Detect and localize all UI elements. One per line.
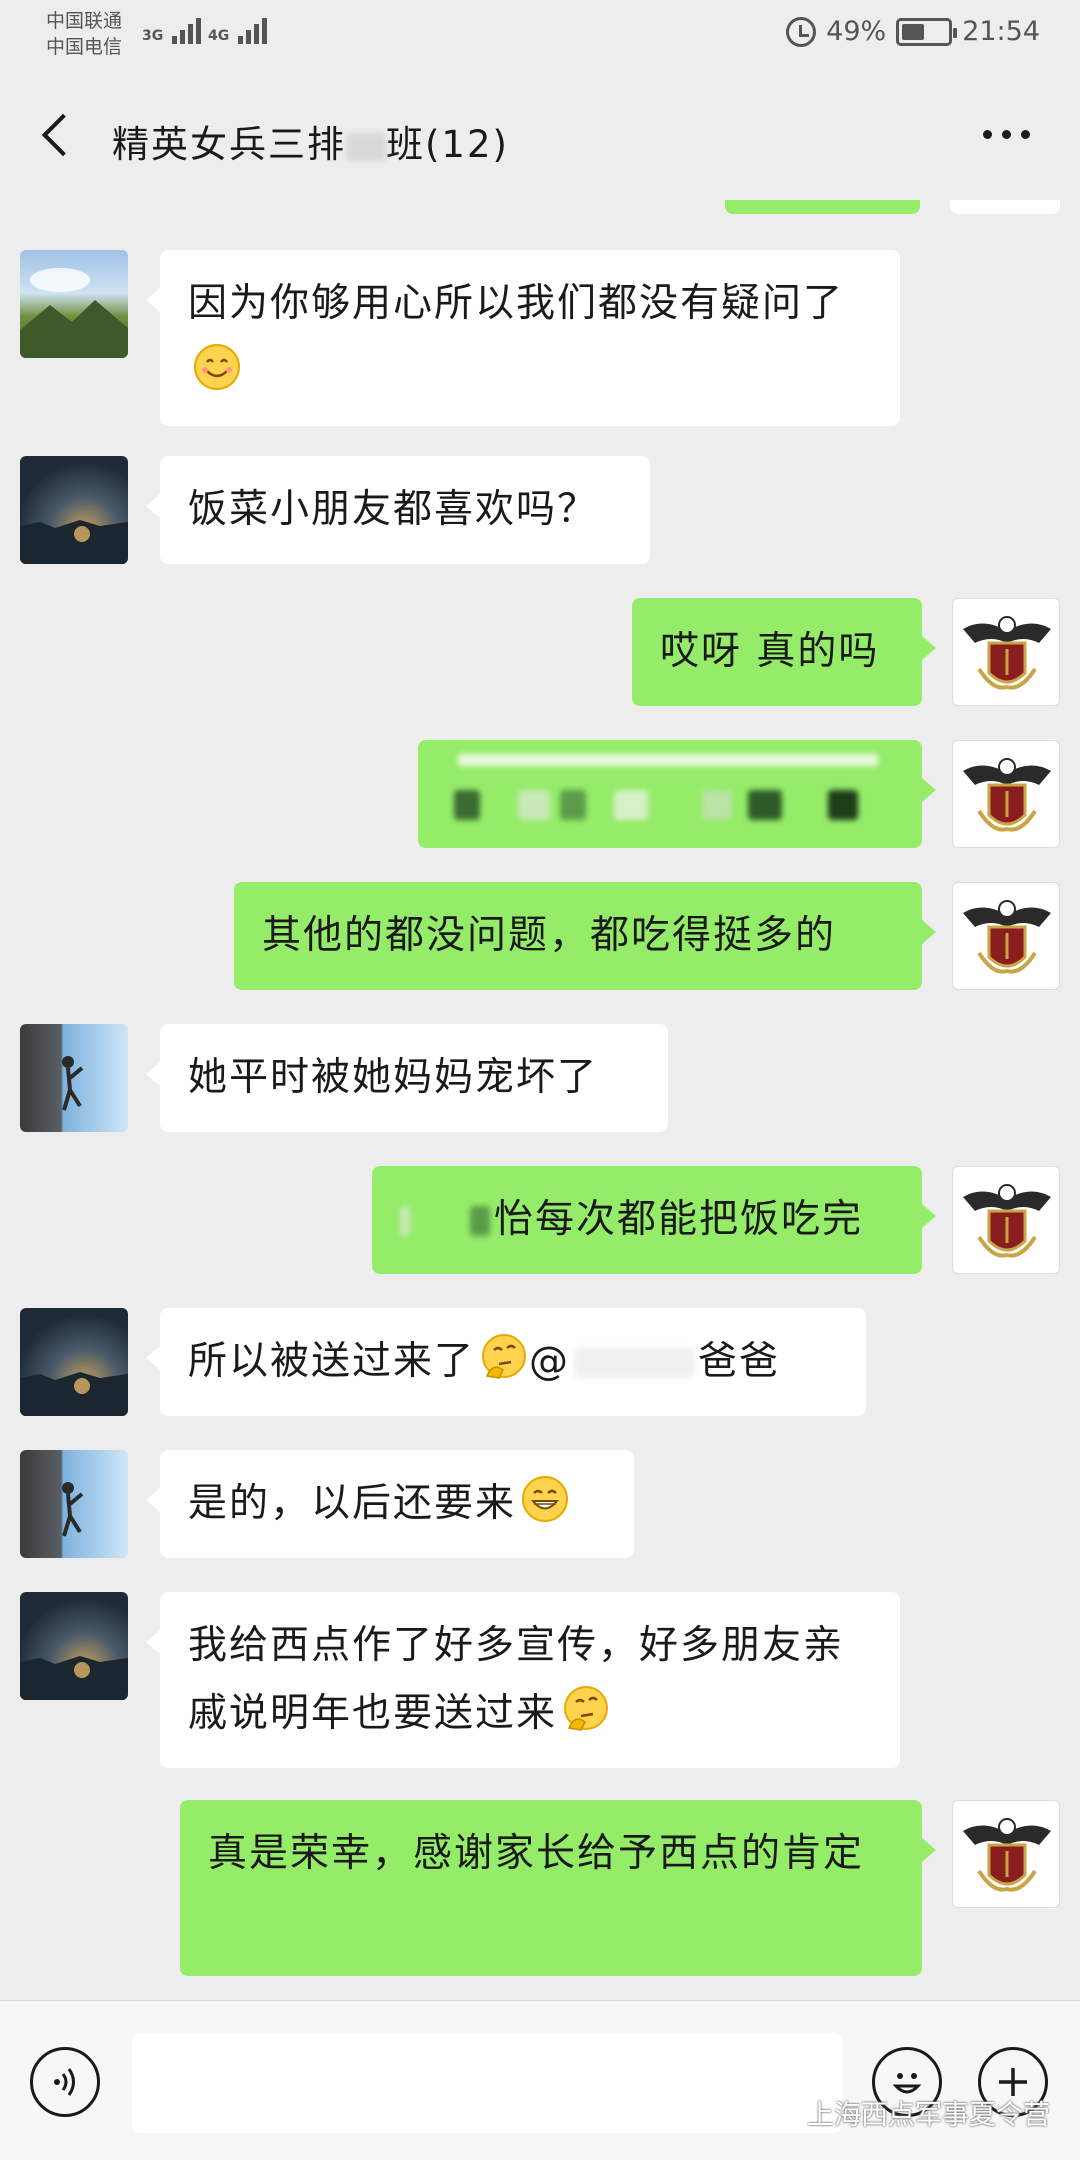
carrier-1: 中国联通 bbox=[46, 10, 123, 32]
mention-suffix: 爸爸 bbox=[698, 1339, 781, 1384]
eagle-crest-avatar[interactable] bbox=[952, 1166, 1060, 1274]
battery-percent: 49% bbox=[826, 16, 887, 47]
eagle-crest-avatar[interactable] bbox=[952, 740, 1060, 848]
chat-header: 精英女兵三排 班(12) bbox=[0, 72, 1080, 200]
message-text: 怡每次都能把饭吃完 bbox=[494, 1197, 864, 1242]
redaction-mark bbox=[458, 754, 878, 766]
redacted-name bbox=[346, 133, 386, 161]
back-arrow-icon[interactable] bbox=[38, 116, 74, 152]
redaction-mark bbox=[614, 790, 648, 820]
thinking-face-emoji-icon bbox=[482, 1334, 527, 1379]
message-text: 所以被送过来了 bbox=[188, 1339, 476, 1384]
redaction-mark bbox=[560, 790, 586, 820]
message-bubble[interactable]: 她平时被她妈妈宠坏了 bbox=[146, 1024, 668, 1132]
input-bar: 上海西点军事夏令营 bbox=[0, 2000, 1080, 2160]
message-text: 是的，以后还要来 bbox=[188, 1481, 517, 1526]
message-text: 其他的都没问题，都吃得挺多的 bbox=[262, 913, 837, 958]
city-avatar[interactable] bbox=[20, 1592, 128, 1700]
climber-avatar[interactable] bbox=[20, 1024, 128, 1132]
landscape-avatar[interactable] bbox=[20, 250, 128, 358]
message-bubble[interactable]: 饭菜小朋友都喜欢吗？ bbox=[146, 456, 650, 564]
message-text: 因为你够用心所以我们都没有疑问了 bbox=[188, 281, 845, 326]
message-list[interactable]: 因为你够用心所以我们都没有疑问了 饭菜小朋友都喜欢吗？ 哎呀 真的吗 其他的都没… bbox=[0, 200, 1080, 2000]
watermark: 上海西点军事夏令营 bbox=[763, 2093, 1050, 2132]
chat-title: 精英女兵三排 班(12) bbox=[112, 114, 509, 168]
message-text: 饭菜小朋友都喜欢吗？ bbox=[188, 487, 599, 532]
message-input[interactable] bbox=[132, 2033, 842, 2133]
city-avatar[interactable] bbox=[20, 456, 128, 564]
chat-title-text: 精英女兵三排 bbox=[112, 123, 346, 166]
message-bubble[interactable]: 是的，以后还要来 bbox=[146, 1450, 634, 1558]
carrier-2: 中国电信 bbox=[46, 36, 123, 58]
mention-at: @ bbox=[529, 1339, 571, 1384]
redaction-mark bbox=[400, 1206, 410, 1236]
clock: 21:54 bbox=[962, 16, 1040, 47]
message-text: 哎呀 真的吗 bbox=[660, 629, 880, 674]
previous-bubble-fragment bbox=[725, 200, 920, 214]
message-text: 真是荣幸，感谢家长给予西点的肯定 bbox=[208, 1831, 865, 1876]
message-bubble[interactable]: 其他的都没问题，都吃得挺多的 bbox=[234, 882, 936, 990]
message-text: 我给西点作了好多宣传，好多朋友亲戚说明年也要送过来 bbox=[188, 1623, 845, 1736]
message-bubble[interactable]: 哎呀 真的吗 bbox=[632, 598, 936, 706]
message-bubble-redacted[interactable] bbox=[418, 740, 936, 848]
thinking-face-emoji-icon bbox=[564, 1686, 609, 1731]
network-1-label: 3G bbox=[142, 28, 164, 44]
eagle-crest-avatar[interactable] bbox=[952, 1800, 1060, 1908]
previous-avatar-fragment bbox=[950, 200, 1060, 214]
more-options-icon[interactable] bbox=[983, 130, 1030, 139]
status-right: 49% 21:54 bbox=[786, 16, 1040, 47]
battery-icon bbox=[896, 17, 958, 46]
message-bubble[interactable]: 怡每次都能把饭吃完 bbox=[372, 1166, 936, 1274]
message-bubble[interactable]: 我给西点作了好多宣传，好多朋友亲戚说明年也要送过来 bbox=[146, 1592, 900, 1768]
chat-title-suffix: 班(12) bbox=[386, 123, 509, 166]
redaction-mark bbox=[470, 1206, 490, 1236]
redaction-mark bbox=[748, 790, 782, 820]
watermark-text: 上海西点军事夏令营 bbox=[807, 2100, 1050, 2131]
smiling-face-emoji-icon bbox=[194, 344, 240, 390]
eagle-crest-avatar[interactable] bbox=[952, 882, 1060, 990]
redaction-mark bbox=[702, 790, 732, 820]
message-bubble[interactable]: 所以被送过来了 @ 爸爸 bbox=[146, 1308, 866, 1416]
city-avatar[interactable] bbox=[20, 1308, 128, 1416]
redaction-mark bbox=[828, 790, 858, 820]
message-bubble[interactable]: 真是荣幸，感谢家长给予西点的肯定 bbox=[180, 1800, 936, 1976]
message-bubble[interactable]: 因为你够用心所以我们都没有疑问了 bbox=[146, 250, 900, 426]
signal-2-icon: 4G bbox=[208, 18, 268, 44]
network-2-label: 4G bbox=[208, 28, 230, 44]
voice-icon[interactable] bbox=[30, 2047, 100, 2117]
eagle-crest-avatar[interactable] bbox=[952, 598, 1060, 706]
grinning-face-emoji-icon bbox=[522, 1476, 569, 1522]
status-bar: 中国联通 中国电信 3G 4G 49% 21:54 bbox=[0, 0, 1080, 72]
climber-avatar[interactable] bbox=[20, 1450, 128, 1558]
redaction-mark bbox=[518, 790, 550, 820]
redaction-mark bbox=[454, 790, 480, 820]
message-text: 她平时被她妈妈宠坏了 bbox=[188, 1055, 599, 1100]
wechat-logo-icon bbox=[763, 2098, 798, 2126]
redacted-name bbox=[574, 1348, 695, 1378]
carrier-labels: 中国联通 中国电信 bbox=[46, 8, 122, 60]
alarm-icon bbox=[786, 16, 817, 47]
signal-1-icon: 3G bbox=[142, 18, 202, 44]
